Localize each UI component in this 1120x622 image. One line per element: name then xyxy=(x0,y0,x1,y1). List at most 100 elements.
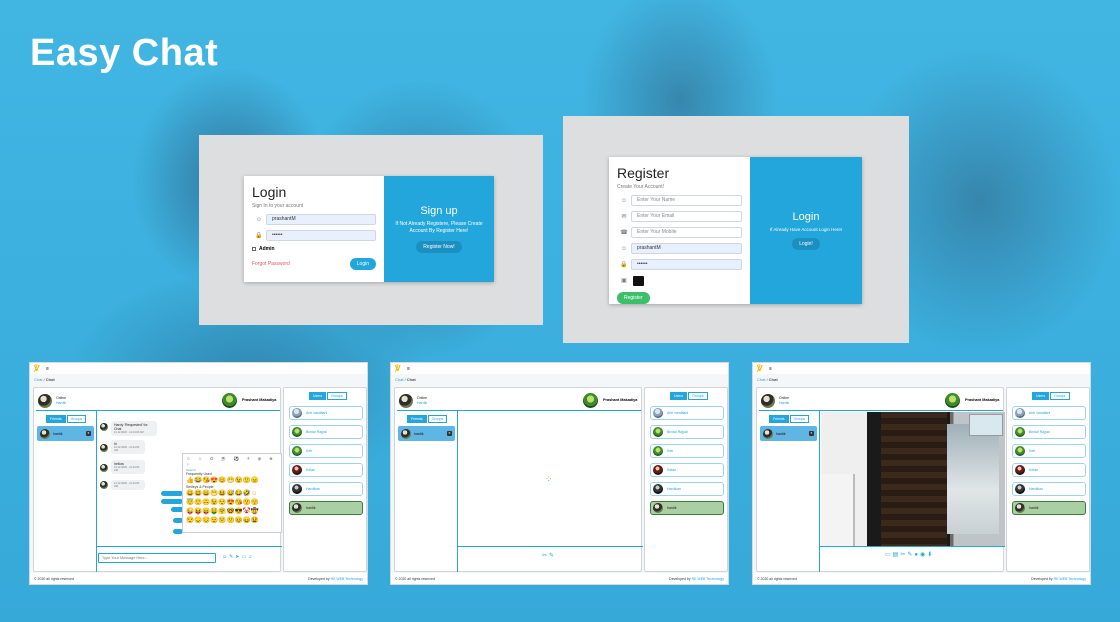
user-icon: ☺ xyxy=(620,245,628,252)
mobile-input[interactable]: Enter Your Mobile xyxy=(631,227,742,238)
tab-friends[interactable]: Friends xyxy=(769,415,789,423)
contact-avatar xyxy=(292,484,302,494)
username-input[interactable]: prashantM xyxy=(266,214,376,225)
divider xyxy=(96,546,282,547)
tab-friends[interactable]: Friends xyxy=(407,415,427,423)
register-card: Register Create Your Account! ☺ Enter Yo… xyxy=(609,157,862,304)
user-avatar xyxy=(399,394,413,408)
contact-item[interactable]: Keti xyxy=(1012,444,1086,458)
emoji-picker[interactable]: ☺ ☺ ✿ ☕ ⚽ ✈ ◉ ☻ ⚐ Search Frequently Used… xyxy=(182,453,282,533)
signup-text: If Not Already Registere, Please Create … xyxy=(395,221,483,234)
local-video-preview[interactable] xyxy=(969,414,1003,436)
contact-avatar xyxy=(653,446,663,456)
tab-users[interactable]: Users xyxy=(1032,392,1050,400)
contact-item[interactable]: Bindal Rajpal xyxy=(1012,425,1086,439)
register-login-button[interactable]: Login! xyxy=(792,238,820,250)
avatar-preview[interactable] xyxy=(633,275,644,286)
tab-groups[interactable]: Groups xyxy=(789,415,810,423)
breadcrumb-root[interactable]: Chat xyxy=(34,377,42,382)
contact-item[interactable]: Ketan xyxy=(289,463,363,477)
contact-label: Bindal Rajpal xyxy=(1029,430,1050,434)
contact-item[interactable]: Keti xyxy=(289,444,363,458)
footer-credit-link[interactable]: RK WEB Technology xyxy=(331,577,363,581)
register-username-field[interactable]: ☺ prashantM xyxy=(617,243,742,254)
contact-item[interactable]: Ketan xyxy=(1012,463,1086,477)
login-screenshot: Login Sign In to your account ☺ prashant… xyxy=(199,135,543,325)
contact-label: Ketan xyxy=(306,468,316,472)
composer-icons[interactable]: ☺✎➤▭♫ xyxy=(222,554,254,560)
contact-item[interactable]: Keti xyxy=(650,444,724,458)
menu-icon[interactable]: ≡ xyxy=(407,366,410,372)
password-input[interactable]: •••••• xyxy=(266,230,376,241)
register-login-text: If Already Have Account Login Here! xyxy=(769,227,843,232)
menu-icon[interactable]: ≡ xyxy=(46,366,49,372)
contact-item[interactable]: Hardikan xyxy=(650,482,724,496)
email-input[interactable]: Enter Your Email xyxy=(631,211,742,222)
tab-groups[interactable]: Groups xyxy=(66,415,87,423)
admin-checkbox[interactable] xyxy=(252,247,256,251)
call-control-icons[interactable]: ▭▤✂✎●◉⬇ xyxy=(885,551,934,558)
users-groups-tabs: Users Groups xyxy=(309,392,347,400)
emoji-row[interactable]: 😀😃😄😁😆😅😂🤣☺ xyxy=(186,490,278,498)
register-now-button[interactable]: Register Now! xyxy=(416,241,462,253)
message-bubble: hellow 12.12.2020 - 11:44:00 AM xyxy=(111,460,145,474)
sent-message xyxy=(161,499,183,504)
divider xyxy=(819,546,1005,547)
contact-item-selected[interactable]: hardik xyxy=(1012,501,1086,515)
contact-item-selected[interactable]: hardik xyxy=(289,501,363,515)
video-whiteboard-shape xyxy=(821,474,855,546)
register-password-input[interactable]: •••••• xyxy=(631,259,742,270)
contact-item[interactable]: Hardikan xyxy=(1012,482,1086,496)
message-avatar xyxy=(100,444,108,452)
contact-item[interactable]: Bindal Rajpal xyxy=(650,425,724,439)
forgot-password-link[interactable]: Forgot Password xyxy=(252,261,290,267)
emoji-row[interactable]: 😇🙂🙃😉😌😍😘😗😙 xyxy=(186,499,278,507)
emoji-row[interactable]: 👍😂😘😍😊😁😉🙂😑 xyxy=(186,477,278,485)
login-title: Login xyxy=(252,184,287,200)
contact-item[interactable]: Bindal Rajpal xyxy=(289,425,363,439)
tab-users[interactable]: Users xyxy=(670,392,688,400)
friend-item-hardik[interactable]: hardik 5 xyxy=(37,426,94,441)
footer-credit-link[interactable]: RK WEB Technology xyxy=(1054,577,1086,581)
contact-avatar xyxy=(653,427,663,437)
contact-item[interactable]: Ahir vanditani xyxy=(1012,406,1086,420)
message-text: Hardy 'Requested' for Chat xyxy=(114,423,148,431)
breadcrumb-current: Chat xyxy=(768,377,778,382)
friend-item-hardik[interactable]: hardik 5 xyxy=(760,426,817,441)
emoji-row[interactable]: 😜😝😛🤑🤗🤓😎🤡🤠 xyxy=(186,508,278,516)
menu-icon[interactable]: ≡ xyxy=(769,366,772,372)
contact-item[interactable]: Hardikan xyxy=(289,482,363,496)
contact-avatar xyxy=(1015,446,1025,456)
email-field[interactable]: ✉ Enter Your Email xyxy=(617,211,742,222)
register-button[interactable]: Register xyxy=(617,292,650,304)
name-field[interactable]: ☺ Enter Your Name xyxy=(617,195,742,206)
register-username-input[interactable]: prashantM xyxy=(631,243,742,254)
mobile-field[interactable]: ☎ Enter Your Mobile xyxy=(617,227,742,238)
avatar-upload-field[interactable]: ▣ xyxy=(617,275,742,286)
name-input[interactable]: Enter Your Name xyxy=(631,195,742,206)
tab-groups[interactable]: Groups xyxy=(427,415,448,423)
contact-item-selected[interactable]: hardik xyxy=(650,501,724,515)
password-field[interactable]: 🔒 •••••• xyxy=(252,230,376,241)
contact-item[interactable]: Ahir vanditani xyxy=(650,406,724,420)
message-input[interactable]: Type Your Message Here... xyxy=(98,553,216,563)
login-button[interactable]: Login xyxy=(349,258,376,270)
register-password-field[interactable]: 🔒 •••••• xyxy=(617,259,742,270)
tab-users[interactable]: Users xyxy=(309,392,327,400)
tab-groups-side[interactable]: Groups xyxy=(327,392,347,400)
friend-item-hardik[interactable]: hardik 5 xyxy=(398,426,455,441)
breadcrumb-root[interactable]: Chat xyxy=(395,377,403,382)
tab-groups-side[interactable]: Groups xyxy=(1050,392,1070,400)
footer-credit-link[interactable]: RK WEB Technology xyxy=(692,577,724,581)
chat-main-panel: Online Hardik Prashant Makadiya Friends … xyxy=(33,387,282,572)
breadcrumb-root[interactable]: Chat xyxy=(757,377,765,382)
contact-label: Hardikan xyxy=(1029,487,1044,491)
emoji-category-icons[interactable]: ☺ ☺ ✿ ☕ ⚽ ✈ ◉ ☻ ⚐ xyxy=(186,456,278,468)
tab-friends[interactable]: Friends xyxy=(46,415,66,423)
call-control-icons[interactable]: ✂✎ xyxy=(542,552,556,559)
tab-groups-side[interactable]: Groups xyxy=(688,392,708,400)
contact-item[interactable]: Ketan xyxy=(650,463,724,477)
emoji-row[interactable]: 😒😞😔😟😕🙁😣😖😫 xyxy=(186,517,278,525)
username-field[interactable]: ☺ prashantM xyxy=(252,214,376,225)
contact-item[interactable]: Ahir vanditani xyxy=(289,406,363,420)
